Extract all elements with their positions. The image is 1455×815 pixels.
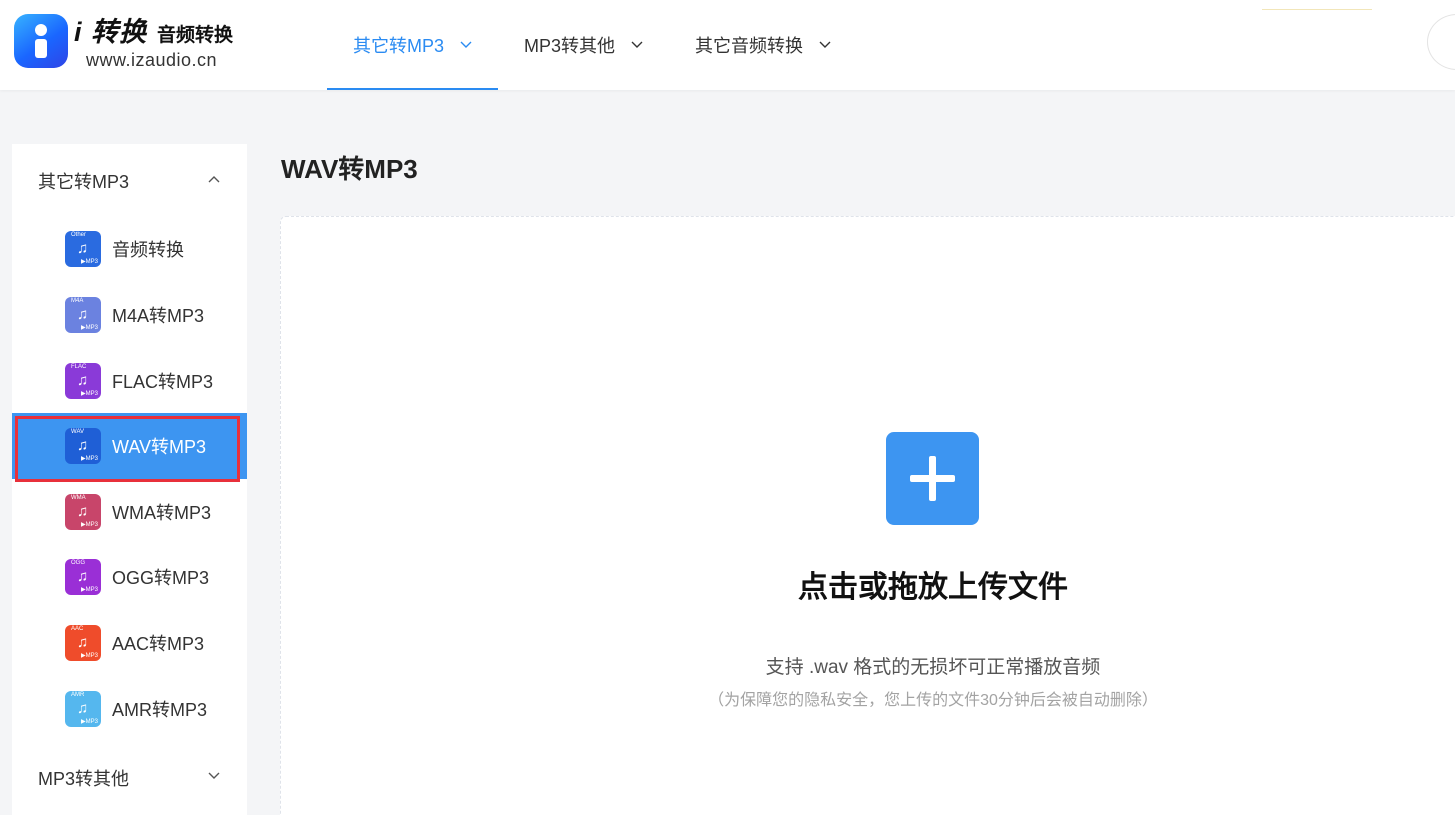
- nav-other-to-mp3[interactable]: 其它转MP3: [327, 0, 499, 90]
- chevron-up-icon: [208, 176, 220, 183]
- sidebar-item-label: AAC转MP3: [112, 634, 205, 654]
- sidebar-item-label: 音频转换: [112, 240, 184, 260]
- logo-icon: [14, 13, 68, 68]
- page-title: WAV转MP3: [281, 154, 418, 184]
- sidebar-item-label: AMR转MP3: [112, 700, 208, 720]
- aac-format-icon: AAC ♫ ▶MP3: [65, 625, 101, 661]
- sidebar-item-audio-convert[interactable]: Other ♫ ▶MP3 音频转换: [12, 216, 247, 282]
- upload-privacy-note: （为保障您的隐私安全，您上传的文件30分钟后会被自动删除）: [708, 692, 1158, 709]
- wma-format-icon: WMA ♫ ▶MP3: [65, 494, 101, 530]
- chevron-down-icon: [631, 41, 643, 48]
- sidebar-item-wma[interactable]: WMA ♫ ▶MP3 WMA转MP3: [12, 479, 247, 545]
- sidebar-group-label: 其它转MP3: [38, 172, 130, 192]
- flac-format-icon: FLAC ♫ ▶MP3: [65, 363, 101, 399]
- sidebar-item-ogg[interactable]: OGG ♫ ▶MP3 OGG转MP3: [12, 544, 247, 610]
- sidebar: 其它转MP3 Other ♫ ▶MP3 音频转换 M4A ♫ ▶MP3 M4A转MP3 …: [12, 144, 247, 815]
- wav-format-icon: WAV ♫ ▶MP3: [65, 428, 101, 464]
- nav-label: 其它音频转换: [695, 36, 804, 56]
- site-logo[interactable]: i 转换 音频转换 www.izaudio.cn: [14, 10, 233, 71]
- upload-description: 支持 .wav 格式的无损坏可正常播放音频: [765, 657, 1101, 678]
- top-header: i 转换 音频转换 www.izaudio.cn 其它转MP3 MP3转其他 其…: [0, 0, 1455, 90]
- sidebar-item-label: OGG转MP3: [112, 568, 210, 588]
- sidebar-item-flac[interactable]: FLAC ♫ ▶MP3 FLAC转MP3: [12, 348, 247, 414]
- upload-button[interactable]: [886, 432, 979, 525]
- sidebar-item-m4a[interactable]: M4A ♫ ▶MP3 M4A转MP3: [12, 282, 247, 348]
- audio-format-icon: Other ♫ ▶MP3: [65, 231, 101, 267]
- sidebar-item-wav[interactable]: WAV ♫ ▶MP3 WAV转MP3: [12, 413, 247, 482]
- sidebar-item-label: FLAC转MP3: [112, 372, 214, 392]
- sidebar-group-mp3-to-other[interactable]: MP3转其他: [12, 743, 247, 813]
- logo-url: www.izaudio.cn: [86, 50, 218, 70]
- m4a-format-icon: M4A ♫ ▶MP3: [65, 297, 101, 333]
- upload-dropzone[interactable]: [280, 216, 1455, 815]
- nav-other-audio[interactable]: 其它音频转换: [669, 0, 857, 90]
- chevron-down-icon: [208, 772, 220, 779]
- sidebar-item-label: M4A转MP3: [112, 306, 205, 326]
- top-nav: 其它转MP3 MP3转其他 其它音频转换: [327, 0, 857, 90]
- sidebar-item-amr[interactable]: AMR ♫ ▶MP3 AMR转MP3: [12, 676, 247, 742]
- header-divider: [1262, 9, 1372, 10]
- user-avatar-button[interactable]: [1427, 14, 1455, 70]
- upload-title: 点击或拖放上传文件: [798, 571, 1068, 604]
- ogg-format-icon: OGG ♫ ▶MP3: [65, 559, 101, 595]
- sidebar-group-label: MP3转其他: [38, 769, 130, 789]
- chevron-down-icon: [819, 41, 831, 48]
- nav-label: MP3转其他: [524, 36, 616, 56]
- logo-title: i 转换: [74, 17, 148, 47]
- logo-subtitle: 音频转换: [157, 25, 234, 46]
- sidebar-item-label: WAV转MP3: [112, 437, 207, 457]
- sidebar-group-other-to-mp3[interactable]: 其它转MP3: [12, 146, 247, 216]
- nav-mp3-to-other[interactable]: MP3转其他: [498, 0, 669, 90]
- sidebar-item-aac[interactable]: AAC ♫ ▶MP3 AAC转MP3: [12, 610, 247, 676]
- amr-format-icon: AMR ♫ ▶MP3: [65, 691, 101, 727]
- nav-label: 其它转MP3: [353, 36, 445, 56]
- chevron-down-icon: [460, 41, 472, 48]
- sidebar-item-label: WMA转MP3: [112, 503, 211, 523]
